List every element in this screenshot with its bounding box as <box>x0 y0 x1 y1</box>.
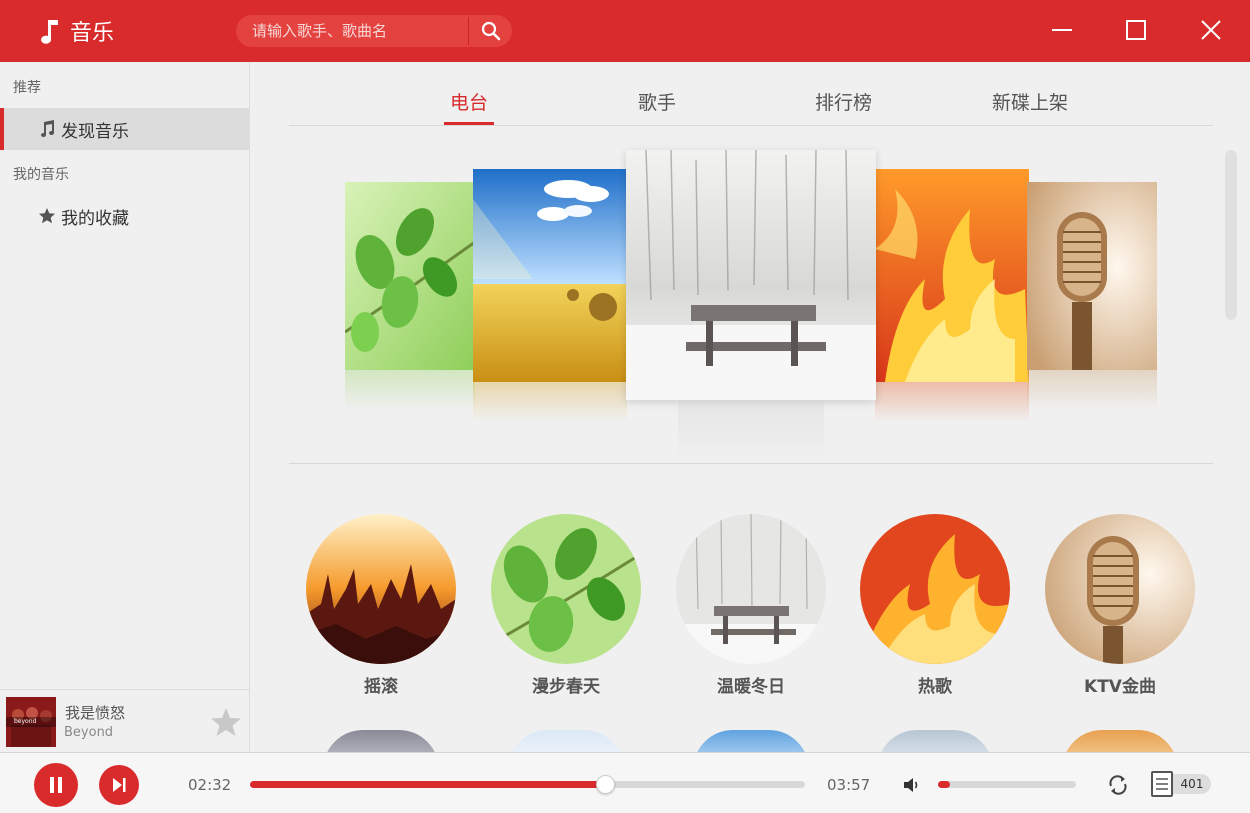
playlist-icon <box>1151 771 1173 797</box>
playlist-count: 401 <box>1173 774 1211 794</box>
minimize-icon <box>1052 29 1072 31</box>
close-icon <box>1201 20 1221 40</box>
search-box <box>236 15 512 47</box>
carousel-reflection <box>1027 370 1157 410</box>
station-rock[interactable]: 摇滚 <box>306 514 456 697</box>
sidebar-section-title: 我的音乐 <box>13 167 69 183</box>
volume-icon[interactable] <box>902 775 922 795</box>
carousel-reflection <box>473 382 627 422</box>
now-playing[interactable]: beyond 我是愤怒 Beyond <box>0 689 250 752</box>
active-tab-indicator <box>444 122 494 125</box>
station-spring[interactable]: 漫步春天 <box>491 514 641 697</box>
station-image <box>676 514 826 664</box>
search-input[interactable] <box>236 15 468 47</box>
carousel-reflection <box>345 370 475 410</box>
station-image <box>860 514 1010 664</box>
carousel-slide-fire[interactable] <box>875 169 1029 382</box>
search-icon <box>481 21 500 41</box>
station-warm-winter[interactable]: 温暖冬日 <box>676 514 826 697</box>
progress-fill <box>250 781 606 788</box>
pause-button[interactable] <box>34 763 78 807</box>
minimize-button[interactable] <box>1042 12 1082 48</box>
volume-slider[interactable] <box>938 781 1076 788</box>
banner-carousel <box>251 142 1250 472</box>
sidebar: 推荐 发现音乐 我的音乐 我的收藏 <box>0 62 250 752</box>
station-label: 摇滚 <box>364 677 398 697</box>
station-image <box>491 514 641 664</box>
album-cover-text: beyond <box>6 717 56 727</box>
star-icon <box>39 208 55 224</box>
carousel-slide-winter[interactable] <box>626 150 876 400</box>
carousel-reflection <box>678 400 824 460</box>
sidebar-section-title: 推荐 <box>13 80 41 96</box>
title-bar: 音乐 <box>0 0 1250 62</box>
station-label: KTV金曲 <box>1084 677 1156 697</box>
progress-bar[interactable] <box>250 775 805 794</box>
current-time: 02:32 <box>188 776 232 794</box>
station-image <box>306 514 456 664</box>
station-image <box>1045 514 1195 664</box>
sidebar-item-label: 我的收藏 <box>61 208 129 229</box>
song-title: 我是愤怒 <box>65 704 126 722</box>
tab-new-albums[interactable]: 新碟上架 <box>992 88 1068 115</box>
skip-next-icon <box>113 778 126 792</box>
sidebar-item-label: 发现音乐 <box>61 121 129 142</box>
station-label: 温暖冬日 <box>717 677 785 697</box>
music-note-icon <box>41 20 58 44</box>
total-time: 03:57 <box>827 776 871 794</box>
tab-singers[interactable]: 歌手 <box>638 88 676 115</box>
carousel-slide-spring[interactable] <box>345 182 475 370</box>
sidebar-item-favorites[interactable]: 我的收藏 <box>0 195 249 237</box>
playlist-button[interactable]: 401 <box>1151 771 1211 797</box>
app-title: 音乐 <box>70 21 115 46</box>
maximize-icon <box>1126 20 1146 40</box>
carousel-reflection <box>875 382 1029 422</box>
volume-fill <box>938 781 951 788</box>
tab-charts[interactable]: 排行榜 <box>815 88 872 115</box>
pause-icon <box>50 777 62 793</box>
album-cover[interactable]: beyond <box>6 697 56 747</box>
vertical-scrollbar[interactable] <box>1225 150 1237 320</box>
close-button[interactable] <box>1191 12 1231 48</box>
sidebar-item-discover-music[interactable]: 发现音乐 <box>0 108 249 150</box>
player-bar: 02:32 03:57 401 <box>0 752 1250 813</box>
carousel-slide-field[interactable] <box>473 169 627 382</box>
tab-bar: 电台 歌手 排行榜 新碟上架 <box>289 62 1213 126</box>
station-ktv-hits[interactable]: KTV金曲 <box>1045 514 1195 697</box>
music-note-icon <box>41 120 54 137</box>
favorite-star-icon[interactable] <box>210 707 242 737</box>
loop-icon[interactable] <box>1106 773 1130 797</box>
carousel-slide-microphone[interactable] <box>1027 182 1157 370</box>
song-artist: Beyond <box>64 725 114 740</box>
station-label: 热歌 <box>918 677 952 697</box>
tab-radio[interactable]: 电台 <box>450 88 488 115</box>
station-label: 漫步春天 <box>532 677 600 697</box>
section-divider <box>289 463 1213 464</box>
progress-handle[interactable] <box>596 775 616 794</box>
search-button[interactable] <box>469 15 512 47</box>
main-content: 电台 歌手 排行榜 新碟上架 摇滚 漫步春天 温暖冬日 热歌 KTV金曲 <box>251 62 1250 770</box>
next-track-button[interactable] <box>99 765 139 805</box>
maximize-button[interactable] <box>1116 12 1156 48</box>
station-hot-songs[interactable]: 热歌 <box>860 514 1010 697</box>
